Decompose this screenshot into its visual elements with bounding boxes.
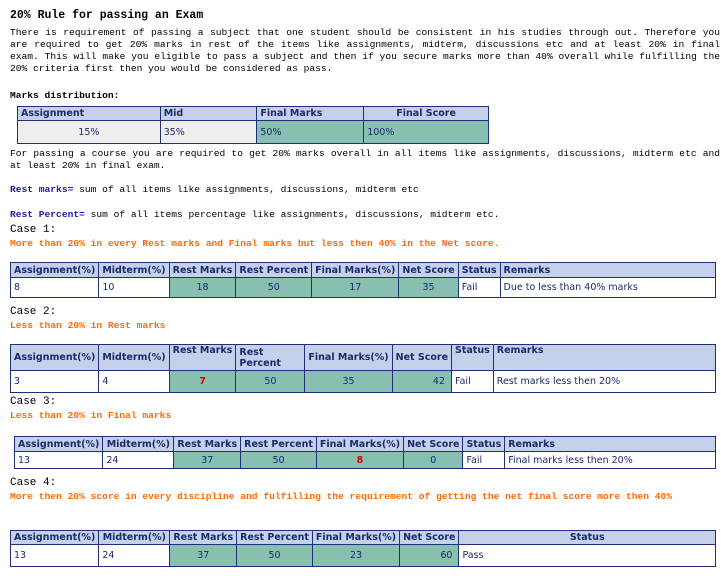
case-4-subtitle: More then 20% score in every discipline … — [10, 491, 673, 502]
rest-percent-label: Rest Percent= — [10, 209, 85, 220]
case-3-remarks: Final marks less then 20% — [504, 451, 716, 469]
case-2-title: Case 2: — [10, 306, 57, 318]
case-4-header-rest-marks: Rest Marks — [169, 530, 238, 545]
case-2-rest-marks: 7 — [199, 376, 206, 387]
page-title: 20% Rule for passing an Exam — [10, 9, 204, 22]
rest-percent-text: sum of all items percentage like assignm… — [84, 209, 500, 220]
dist-header-assignment: Assignment — [17, 106, 161, 121]
case-1-midterm: 10 — [98, 277, 170, 298]
marks-distribution-table: Assignment Mid Final Marks Final Score 1… — [17, 106, 489, 144]
case-3-midterm: 24 — [102, 451, 175, 469]
case-3-table: Assignment(%) Midterm(%) Rest Marks Rest… — [13, 436, 716, 469]
case-2-header-midterm: Midterm(%) — [98, 344, 170, 371]
case-2-header-assignment: Assignment(%) — [9, 344, 100, 371]
case-3-net-score: 0 — [403, 451, 464, 469]
case-3-rest-percent: 50 — [240, 451, 317, 469]
case-4-header-midterm: Midterm(%) — [98, 530, 171, 545]
case-3-header-rest-percent: Rest Percent — [240, 436, 317, 452]
case-4-rest-percent: 50 — [236, 544, 313, 567]
case-1-assignment: 8 — [9, 277, 100, 298]
case-3-header-final-marks: Final Marks(%) — [315, 436, 405, 452]
case-2-header-net-score: Net Score — [391, 344, 453, 371]
case-3-header-net-score: Net Score — [403, 436, 464, 452]
case-1-header-remarks: Remarks — [499, 262, 717, 278]
dist-value-final-marks: 50% — [256, 120, 365, 144]
case-4-midterm: 24 — [98, 544, 171, 567]
case-1-title: Case 1: — [10, 224, 57, 236]
document-page: 20% Rule for passing an Exam There is re… — [0, 0, 721, 576]
case-2-midterm: 4 — [98, 370, 170, 393]
case-4-net-score: 60 — [399, 544, 460, 567]
case-2-header-rest-percent: Rest Percent — [235, 344, 306, 371]
case-3-header-midterm: Midterm(%) — [102, 436, 175, 452]
intro-paragraph: There is requirement of passing a subjec… — [10, 27, 720, 74]
rest-marks-label: Rest marks= — [10, 184, 74, 195]
case-1-header-rest-percent: Rest Percent — [235, 262, 313, 278]
case-4-header-final-marks: Final Marks(%) — [311, 530, 401, 545]
case-3-final-marks: 8 — [356, 454, 364, 466]
rest-marks-text: sum of all items like assignments, discu… — [73, 184, 419, 195]
case-2-remarks: Rest marks less then 20% — [492, 370, 717, 393]
case-3-rest-marks: 37 — [173, 451, 242, 469]
case-2-header-status: Status — [451, 344, 494, 371]
case-1-table: Assignment(%) Midterm(%) Rest Marks Rest… — [9, 262, 717, 298]
case-2-final-marks: 35 — [304, 370, 393, 393]
case-1-header-net-score: Net Score — [398, 262, 459, 278]
case-3-title: Case 3: — [10, 396, 57, 408]
case-4-header-status: Status — [458, 530, 716, 545]
case-4-title: Case 4: — [10, 477, 57, 489]
case-3-subtitle: Less than 20% in Final marks — [10, 410, 172, 421]
case-4-rest-marks: 37 — [169, 544, 238, 567]
rest-marks-definition: Rest marks= sum of all items like assign… — [10, 184, 419, 196]
case-4-table: Assignment(%) Midterm(%) Rest Marks Rest… — [9, 530, 716, 567]
dist-header-mid: Mid — [159, 106, 258, 121]
case-4-status: Pass — [458, 544, 716, 567]
rest-percent-definition: Rest Percent= sum of all items percentag… — [10, 209, 499, 221]
passing-paragraph: For passing a course you are required to… — [10, 148, 720, 171]
case-4-header-net-score: Net Score — [399, 530, 460, 545]
case-1-header-midterm: Midterm(%) — [98, 262, 170, 278]
case-4-final-marks: 23 — [311, 544, 401, 567]
case-2-rest-percent: 50 — [235, 370, 306, 393]
dist-value-final-score: 100% — [363, 120, 489, 144]
case-3-header-rest-marks: Rest Marks — [173, 436, 242, 452]
case-2-table: Assignment(%) Midterm(%) Rest Marks Rest… — [9, 344, 717, 393]
case-3-header-assignment: Assignment(%) — [13, 436, 104, 452]
case-1-header-rest-marks: Rest Marks — [168, 262, 237, 278]
case-1-subtitle: More than 20% in every Rest marks and Fi… — [10, 238, 500, 249]
marks-distribution-heading: Marks distribution: — [10, 90, 120, 101]
case-2-subtitle: Less than 20% in Rest marks — [10, 320, 166, 331]
case-4-header-rest-percent: Rest Percent — [236, 530, 313, 545]
case-2-header-final-marks: Final Marks(%) — [304, 344, 393, 371]
case-2-net-score: 42 — [391, 370, 453, 393]
case-2-header-rest-marks: Rest Marks — [168, 344, 237, 371]
case-3-status: Fail — [462, 451, 506, 469]
case-1-header-final-marks: Final Marks(%) — [311, 262, 400, 278]
case-1-header-status: Status — [457, 262, 501, 278]
case-1-rest-marks: 18 — [168, 277, 237, 298]
case-1-remarks: Due to less than 40% marks — [499, 277, 717, 298]
case-4-header-assignment: Assignment(%) — [9, 530, 100, 545]
case-4-assignment: 13 — [9, 544, 100, 567]
case-2-header-remarks: Remarks — [492, 344, 717, 371]
dist-header-final-score: Final Score — [363, 106, 489, 121]
case-1-net-score: 35 — [398, 277, 459, 298]
case-2-assignment: 3 — [9, 370, 100, 393]
dist-value-assignment: 15% — [17, 120, 161, 144]
case-1-final-marks: 17 — [311, 277, 400, 298]
case-1-header-assignment: Assignment(%) — [9, 262, 100, 278]
case-2-status: Fail — [451, 370, 494, 393]
case-3-header-status: Status — [462, 436, 506, 452]
case-3-header-remarks: Remarks — [504, 436, 716, 452]
dist-value-mid: 35% — [159, 120, 258, 144]
case-1-status: Fail — [457, 277, 501, 298]
case-1-rest-percent: 50 — [235, 277, 313, 298]
case-3-assignment: 13 — [13, 451, 104, 469]
dist-header-final-marks: Final Marks — [256, 106, 365, 121]
